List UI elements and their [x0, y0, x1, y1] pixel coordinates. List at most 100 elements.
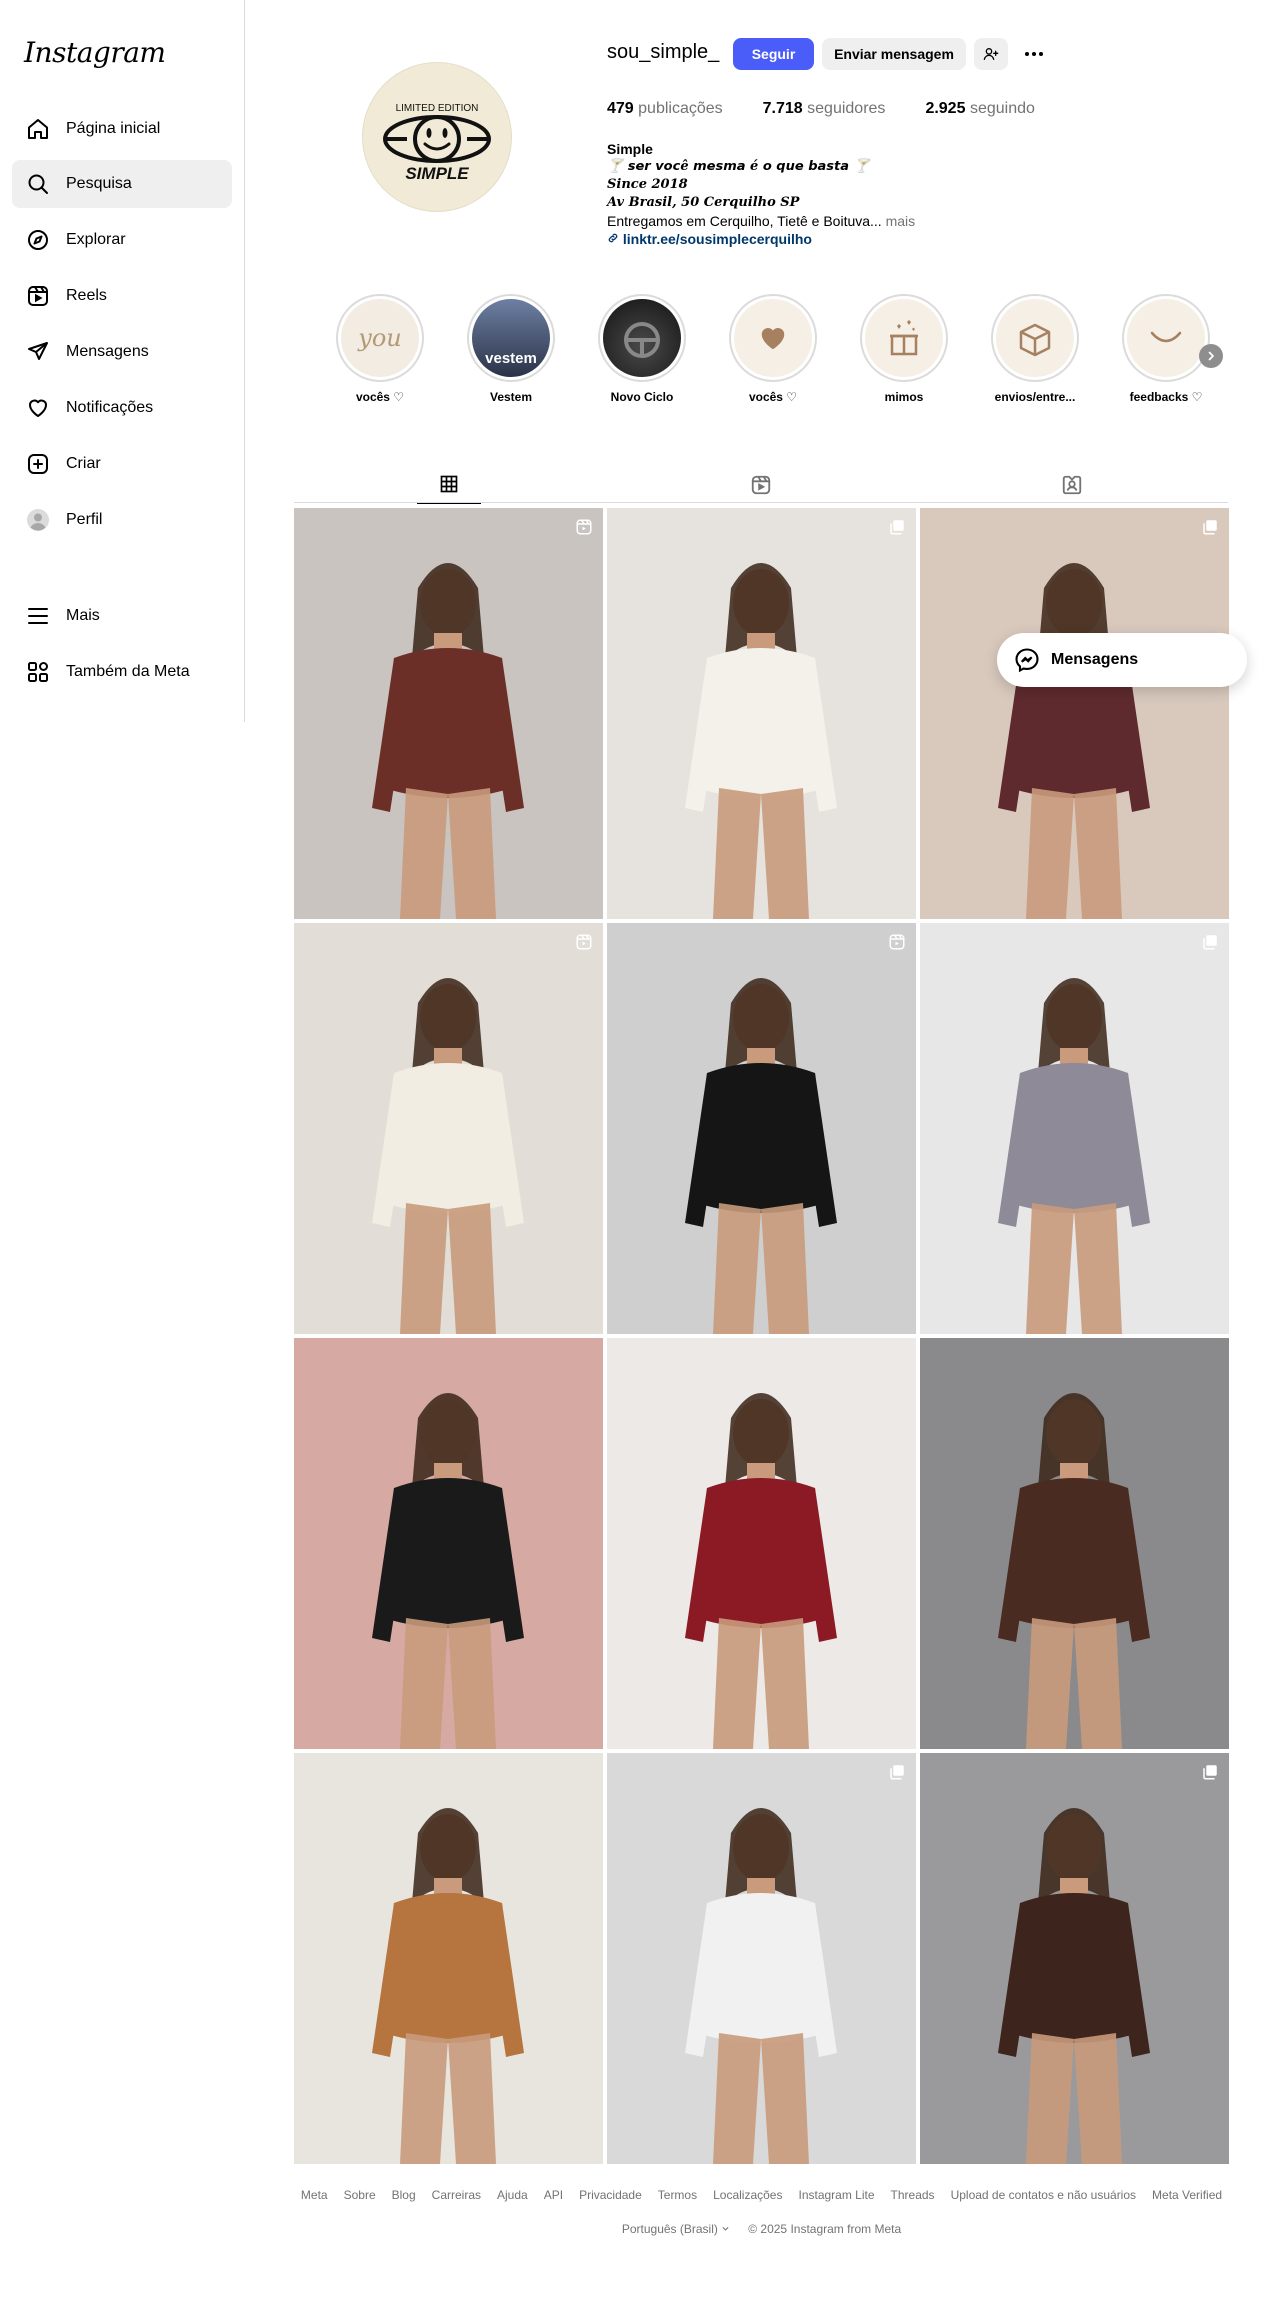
posts-label: publicações: [638, 100, 723, 117]
profile-avatar[interactable]: LIMITED EDITION SIMPLE: [362, 62, 512, 212]
footer-link[interactable]: Termos: [658, 2188, 697, 2202]
post-image: [685, 978, 837, 1334]
footer-link[interactable]: Sobre: [344, 2188, 376, 2202]
posts-stat: 479 publicações: [607, 100, 723, 118]
menu-icon: [24, 602, 52, 630]
post-thumbnail[interactable]: [294, 1338, 603, 1749]
profile-stats: 479 publicações 7.718 seguidores 2.925 s…: [607, 100, 1035, 118]
post-thumbnail[interactable]: [294, 923, 603, 1334]
post-image: [372, 1393, 524, 1749]
plus-square-icon: [24, 450, 52, 478]
sidebar-item-label: Mensagens: [66, 343, 149, 360]
post-thumbnail[interactable]: [294, 1753, 603, 2164]
sidebar-item-explore[interactable]: Explorar: [12, 216, 232, 264]
follow-button[interactable]: Seguir: [733, 38, 814, 70]
carousel-badge-icon: [1203, 935, 1217, 950]
highlight-item[interactable]: vestem Vestem: [466, 294, 556, 404]
avatar-top-text: LIMITED EDITION: [396, 103, 479, 114]
post-thumbnail[interactable]: [294, 508, 603, 919]
sidebar-item-home[interactable]: Página inicial: [12, 105, 232, 153]
sidebar-item-label: Página inicial: [66, 120, 161, 137]
post-thumbnail[interactable]: [607, 508, 916, 919]
sidebar-item-meta[interactable]: Também da Meta: [12, 648, 232, 696]
post-thumbnail[interactable]: [607, 1338, 916, 1749]
steering-wheel-icon: [624, 322, 660, 358]
post-image: [998, 978, 1150, 1334]
highlight-item[interactable]: you vocês ♡: [335, 294, 425, 404]
highlight-cover-text: you: [358, 324, 402, 352]
messages-floating-button[interactable]: Mensagens: [997, 633, 1247, 687]
post-thumbnail[interactable]: [920, 1753, 1229, 2164]
post-thumbnail[interactable]: [607, 1753, 916, 2164]
sidebar-item-label: Explorar: [66, 231, 126, 248]
footer-link[interactable]: API: [544, 2188, 563, 2202]
footer-link[interactable]: Meta Verified: [1152, 2188, 1222, 2202]
language-selector[interactable]: Português (Brasil): [622, 2222, 730, 2236]
followers-stat[interactable]: 7.718 seguidores: [763, 100, 886, 118]
highlight-label: envios/entre...: [994, 390, 1076, 404]
footer-link[interactable]: Threads: [891, 2188, 935, 2202]
post-thumbnail[interactable]: [920, 923, 1229, 1334]
highlight-label: Novo Ciclo: [610, 390, 674, 404]
followers-label: seguidores: [807, 100, 886, 117]
highlights-next-button[interactable]: [1199, 344, 1223, 368]
heart-icon: [24, 394, 52, 422]
bio-line: Av Brasil, 50 Cerquilho SP: [607, 195, 800, 210]
meta-apps-icon: [24, 658, 52, 686]
sidebar-item-notifications[interactable]: Notificações: [12, 384, 232, 432]
suggest-user-button[interactable]: [974, 38, 1008, 70]
following-stat[interactable]: 2.925 seguindo: [925, 100, 1034, 118]
footer-link[interactable]: Instagram Lite: [798, 2188, 874, 2202]
footer-link[interactable]: Privacidade: [579, 2188, 642, 2202]
language-label: Português (Brasil): [621, 2222, 718, 2236]
tab-reels[interactable]: [729, 474, 793, 504]
footer-link[interactable]: Ajuda: [497, 2188, 528, 2202]
highlight-item[interactable]: Novo Ciclo: [597, 294, 687, 404]
sidebar-item-label: Criar: [66, 455, 101, 472]
bio-line: Since 2018: [607, 177, 688, 192]
highlight-item[interactable]: vocês ♡: [728, 294, 818, 404]
sidebar-item-create[interactable]: Criar: [12, 440, 232, 488]
sidebar-item-messages[interactable]: Mensagens: [12, 328, 232, 376]
bio-name: Simple: [607, 141, 653, 157]
sidebar-item-label: Reels: [66, 287, 107, 304]
footer-link[interactable]: Localizações: [713, 2188, 782, 2202]
highlight-item[interactable]: mimos: [859, 294, 949, 404]
reel-badge-icon: [576, 519, 592, 535]
posts-count: 479: [607, 100, 634, 117]
tab-tagged[interactable]: [1040, 474, 1104, 504]
highlight-item[interactable]: envios/entre...: [990, 294, 1080, 404]
chevron-right-icon: [1208, 351, 1214, 361]
highlight-label: feedbacks ♡: [1129, 390, 1203, 404]
highlight-item[interactable]: feedbacks ♡: [1121, 294, 1211, 404]
profile-username: sou_simple_: [607, 41, 720, 63]
post-thumbnail[interactable]: [920, 508, 1229, 919]
highlight-label: vocês ♡: [748, 390, 798, 404]
add-person-icon: [983, 48, 999, 60]
avatar-bottom-text: SIMPLE: [405, 164, 469, 183]
tab-posts[interactable]: [417, 474, 481, 504]
post-thumbnail[interactable]: [920, 1338, 1229, 1749]
footer-link[interactable]: Meta: [301, 2188, 328, 2202]
bio-more-link[interactable]: mais: [886, 213, 916, 229]
post-thumbnail[interactable]: [607, 923, 916, 1334]
footer-link[interactable]: Carreiras: [432, 2188, 481, 2202]
sidebar-item-reels[interactable]: Reels: [12, 272, 232, 320]
sidebar-item-profile[interactable]: Perfil: [12, 496, 232, 544]
post-image: [372, 978, 524, 1334]
send-message-button[interactable]: Enviar mensagem: [822, 38, 966, 70]
footer-bottom: Português (Brasil) © 2025 Instagram from…: [294, 2222, 1229, 2236]
options-button[interactable]: [1018, 38, 1050, 70]
bio-external-link[interactable]: linktr.ee/sousimplecerquilho: [607, 230, 1007, 248]
footer-link[interactable]: Upload de contatos e não usuários: [951, 2188, 1136, 2202]
bio-line: Entregamos em Cerquilho, Tietê e Boituva…: [607, 212, 1007, 230]
gift-hearts-icon: [890, 320, 918, 356]
post-image: [685, 1808, 837, 2164]
sidebar-item-search[interactable]: Pesquisa: [12, 160, 232, 208]
footer-links: Meta Sobre Blog Carreiras Ajuda API Privacidad…: [294, 2188, 1229, 2202]
search-icon: [24, 170, 52, 198]
carousel-badge-icon: [890, 1765, 904, 1780]
footer-link[interactable]: Blog: [392, 2188, 416, 2202]
instagram-logo[interactable]: Instagram: [24, 36, 166, 69]
sidebar-item-more[interactable]: Mais: [12, 592, 232, 640]
